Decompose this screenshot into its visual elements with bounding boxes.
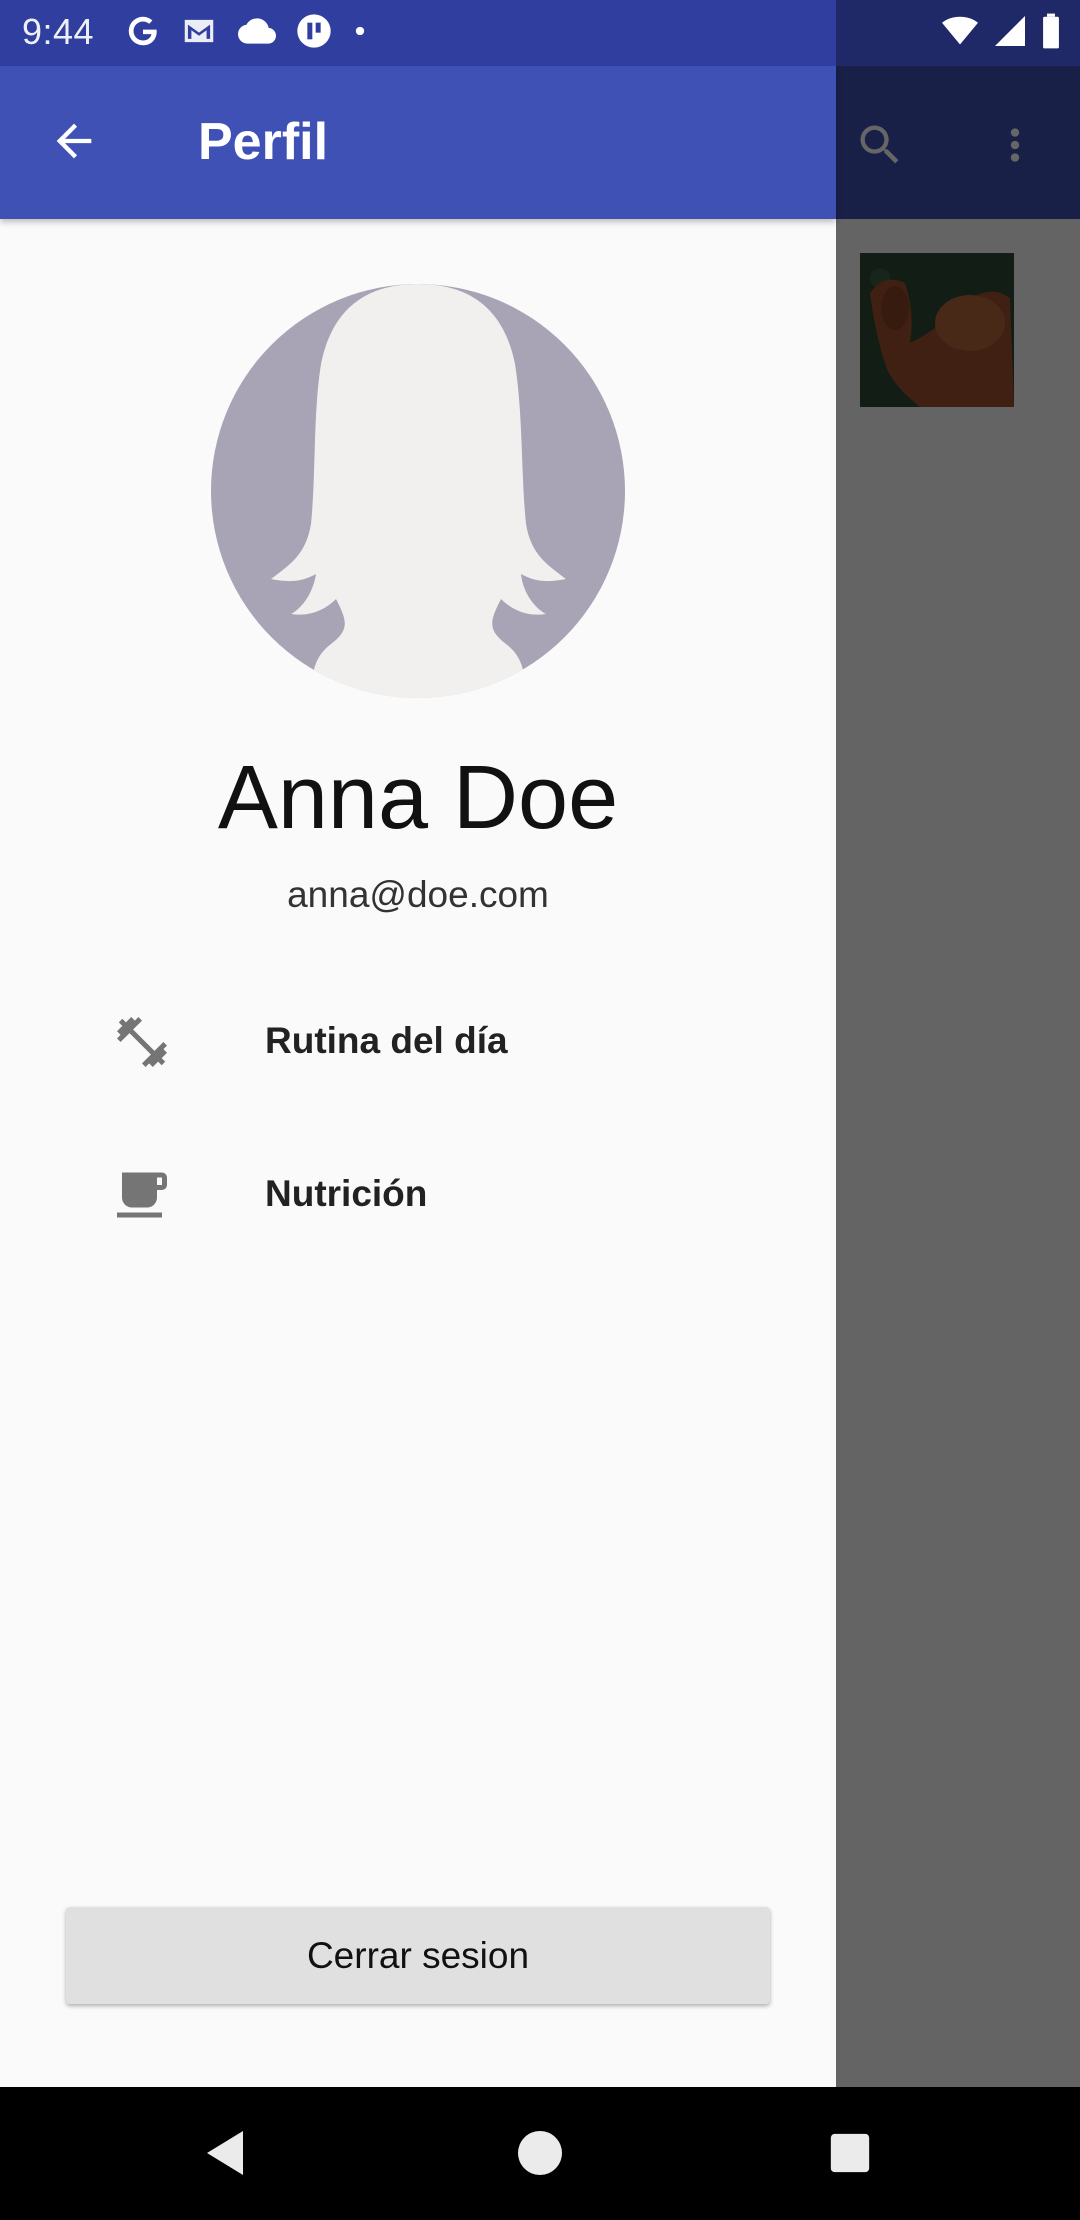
profile-name: Anna Doe <box>217 748 619 848</box>
arrow-back-icon <box>48 115 100 172</box>
back-triangle-icon <box>203 2127 251 2184</box>
dumbbell-icon <box>112 1012 172 1072</box>
nav-recents-button[interactable] <box>810 2115 890 2195</box>
dot-icon <box>350 21 370 46</box>
drawer-toolbar: Perfil <box>0 66 836 219</box>
system-icons <box>940 12 1062 54</box>
back-button[interactable] <box>40 109 108 177</box>
menu-item-label: Rutina del día <box>265 1020 508 1061</box>
gmail-icon <box>178 12 220 55</box>
avatar <box>211 284 625 698</box>
menu-item-label: Nutrición <box>265 1173 428 1214</box>
status-bar: 9:44 <box>0 0 1080 66</box>
cloud-icon <box>236 12 278 55</box>
signal-icon <box>992 13 1028 54</box>
battery-icon <box>1040 12 1062 55</box>
google-icon <box>124 12 162 55</box>
menu-item-rutina[interactable]: Rutina del día <box>0 980 836 1100</box>
screen: 9:44 Perfil Anna Doe anna@doe.com Rutina… <box>0 0 1080 2220</box>
coffee-cup-icon <box>112 1165 172 1225</box>
notification-icons <box>124 12 370 54</box>
nav-back-button[interactable] <box>187 2115 267 2195</box>
menu-item-nutricion[interactable]: Nutrición <box>0 1133 836 1253</box>
profile-email: anna@doe.com <box>287 874 549 915</box>
person-silhouette-icon <box>271 284 566 698</box>
logout-button[interactable]: Cerrar sesion <box>66 1907 770 2004</box>
page-title: Perfil <box>198 113 329 171</box>
recents-square-icon <box>827 2130 873 2181</box>
navigation-drawer: Perfil Anna Doe anna@doe.com Rutina del … <box>0 0 836 2087</box>
wifi-icon <box>940 13 980 54</box>
app-icon <box>294 11 334 56</box>
home-circle-icon <box>516 2129 564 2182</box>
nav-home-button[interactable] <box>500 2115 580 2195</box>
status-time: 9:44 <box>22 11 95 52</box>
system-navigation-bar <box>0 2087 1080 2220</box>
